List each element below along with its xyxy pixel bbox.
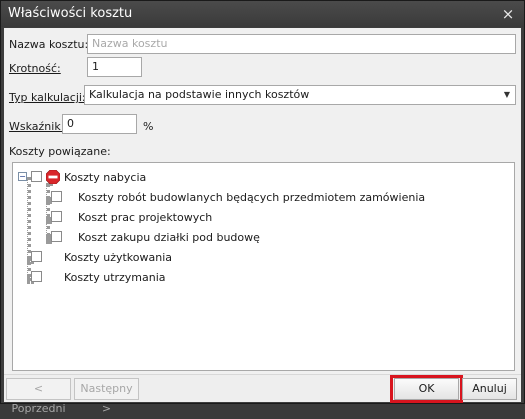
- dialog-body: Nazwa kosztu: Nazwa kosztu Krotność: 1 T…: [4, 28, 521, 415]
- indicator-input[interactable]: 0: [62, 114, 137, 134]
- name-input[interactable]: Nazwa kosztu: [87, 34, 516, 54]
- calc-type-label: Typ kalkulacji:: [9, 91, 86, 104]
- checkbox[interactable]: [31, 271, 42, 282]
- multiplicity-input[interactable]: 1: [87, 57, 142, 77]
- calc-type-select[interactable]: Kalkulacja na podstawie innych kosztów ▼: [84, 85, 516, 105]
- tree-node-label: Koszty utrzymania: [64, 271, 166, 284]
- indicator-unit: %: [143, 120, 154, 133]
- chevron-down-icon[interactable]: ▼: [502, 89, 512, 101]
- stop-icon: [46, 170, 60, 184]
- tree-line: [27, 177, 31, 277]
- calc-type-value: Kalkulacja na podstawie innych kosztów: [89, 88, 310, 101]
- name-label: Nazwa kosztu:: [9, 38, 89, 51]
- next-button[interactable]: Następny >: [74, 378, 139, 415]
- window-title: Właściwości kosztu: [8, 6, 133, 21]
- dialog-footer: < Poprzedni Następny > OK Anuluj: [4, 374, 521, 415]
- tree-line: [46, 183, 50, 237]
- multiplicity-label: Krotność:: [9, 62, 61, 75]
- collapse-icon[interactable]: −: [18, 172, 27, 181]
- checkbox[interactable]: [31, 171, 42, 182]
- tree-node-label: Koszt zakupu działki pod budowę: [78, 231, 260, 244]
- tree-node-label: Koszty nabycia: [64, 171, 147, 184]
- checkbox[interactable]: [51, 231, 62, 242]
- checkbox[interactable]: [51, 191, 62, 202]
- indicator-label: Wskaźnik:: [9, 120, 65, 133]
- tree-node-label: Koszty użytkowania: [64, 251, 173, 264]
- checkbox[interactable]: [51, 211, 62, 222]
- related-costs-label: Koszty powiązane:: [9, 145, 111, 158]
- cancel-button[interactable]: Anuluj: [462, 378, 517, 400]
- related-costs-tree[interactable]: − Koszty nabycia Koszty robót budowlanyc…: [12, 162, 515, 371]
- tree-node-label: Koszty robót budowlanych będących przedm…: [78, 191, 426, 204]
- ok-button[interactable]: OK: [394, 378, 459, 400]
- dialog-window: Właściwości kosztu × Nazwa kosztu: Nazwa…: [0, 0, 525, 415]
- tree-node-label: Koszt prac projektowych: [78, 211, 213, 224]
- previous-button[interactable]: < Poprzedni: [6, 378, 71, 415]
- checkbox[interactable]: [31, 251, 42, 262]
- title-bar[interactable]: Właściwości kosztu ×: [1, 1, 524, 27]
- close-icon[interactable]: ×: [499, 5, 517, 23]
